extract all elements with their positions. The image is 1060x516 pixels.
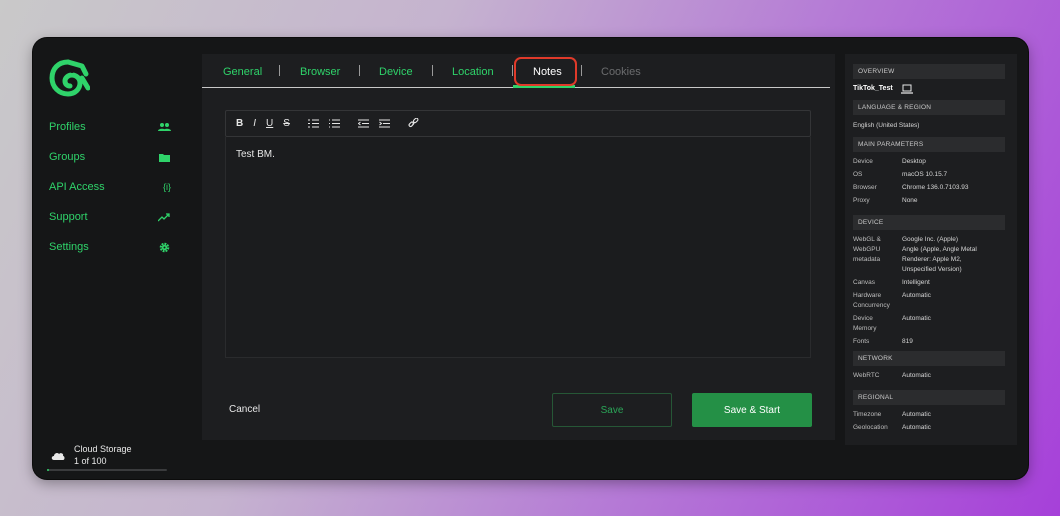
param-key: Concurrency [853,302,890,309]
underline-button[interactable]: U [266,118,273,129]
param-value: Unspecified Version) [902,266,962,273]
tab-general[interactable]: General [223,66,262,78]
link-icon[interactable] [408,118,419,129]
cloud-icon [51,452,65,460]
param-key: WebGL & [853,236,881,243]
italic-button[interactable]: I [253,118,256,129]
bullet-list-icon[interactable] [328,119,340,128]
profile-name: TikTok_Test [853,85,893,92]
language-value: English (United States) [853,122,920,129]
network-header: NETWORK [853,351,1005,366]
param-value: Automatic [902,315,931,322]
tab-cookies[interactable]: Cookies [601,66,641,78]
tab-separator [432,65,433,76]
tab-separator [359,65,360,76]
sidebar-item-label: Groups [49,151,86,163]
sidebar-item-support[interactable]: Support [49,207,171,227]
save-and-start-button[interactable]: Save & Start [692,393,812,427]
save-button[interactable]: Save [552,393,672,427]
sidebar-item-profiles[interactable]: Profiles [49,117,171,137]
param-key: Canvas [853,279,876,286]
param-value: Intelligent [902,279,930,286]
param-key: OS [853,171,863,178]
param-key: Geolocation [853,424,888,431]
sidebar: Profiles Groups API Access {i} Support S… [33,38,186,479]
sidebar-item-settings[interactable]: Settings [49,237,171,257]
param-value: Google Inc. (Apple) [902,236,959,243]
param-key: Fonts [853,338,870,345]
sidebar-item-label: Settings [49,241,89,253]
sidebar-item-groups[interactable]: Groups [49,147,171,167]
param-value: Automatic [902,292,931,299]
tab-location[interactable]: Location [452,66,494,78]
tab-device[interactable]: Device [379,66,413,78]
main-panel: General Browser Device Location Notes Co… [202,54,835,440]
notes-editor[interactable]: Test BM. [225,137,811,358]
param-value: Automatic [902,424,931,431]
param-value: Renderer: Apple M2, [902,256,962,263]
sidebar-item-label: Support [49,211,88,223]
tab-separator [512,65,513,76]
param-key: Proxy [853,197,870,204]
param-key: Browser [853,184,877,191]
strikethrough-button[interactable]: S [283,118,290,129]
tab-separator [581,65,582,76]
tab-bar: General Browser Device Location Notes Co… [202,54,830,88]
param-key: Device [853,315,873,322]
main-parameters-header: MAIN PARAMETERS [853,137,1005,152]
param-key: metadata [853,256,881,263]
indent-icon[interactable] [378,119,390,128]
param-key: Memory [853,325,877,332]
laptop-icon [901,84,913,94]
braces-icon: {i} [162,182,171,192]
gear-icon [157,240,171,254]
param-key: WebGPU [853,246,881,253]
tab-separator [279,65,280,76]
param-value: Automatic [902,372,931,379]
outdent-icon[interactable] [357,119,369,128]
param-value: Angle (Apple, Angle Metal [902,246,977,253]
storage-count: 1 of 100 [74,456,107,466]
param-value: 819 [902,338,913,345]
param-value: None [902,197,918,204]
sidebar-item-api-access[interactable]: API Access {i} [49,177,171,197]
param-value: Automatic [902,411,931,418]
folder-icon [157,150,171,164]
bold-button[interactable]: B [236,118,243,129]
ordered-list-icon[interactable] [307,119,319,128]
param-key: Timezone [853,411,882,418]
overview-header: OVERVIEW [853,64,1005,79]
param-key: Hardware [853,292,882,299]
notes-tab-highlight [514,57,577,86]
param-value: Desktop [902,158,926,165]
storage-title: Cloud Storage [74,444,132,454]
language-region-header: LANGUAGE & REGION [853,100,1005,115]
users-icon [157,120,171,134]
storage-progress-bar [47,469,167,471]
storage-progress-fill [47,469,50,471]
tab-browser[interactable]: Browser [300,66,340,78]
chameleon-logo-icon [49,59,90,97]
param-key: Device [853,158,873,165]
editor-toolbar: B I U S [225,110,811,137]
param-value: Chrome 136.0.7103.93 [902,184,969,191]
regional-header: REGIONAL [853,390,1005,405]
overview-panel: OVERVIEW TikTok_Test LANGUAGE & REGION E… [845,54,1017,445]
param-key: WebRTC [853,372,880,379]
device-header: DEVICE [853,215,1005,230]
cancel-button[interactable]: Cancel [229,404,260,415]
sidebar-item-label: API Access [49,181,105,193]
trend-icon [157,210,171,224]
notes-content: Test BM. [236,149,275,160]
param-value: macOS 10.15.7 [902,171,948,178]
sidebar-item-label: Profiles [49,121,86,133]
app-window: Profiles Groups API Access {i} Support S… [33,38,1028,479]
